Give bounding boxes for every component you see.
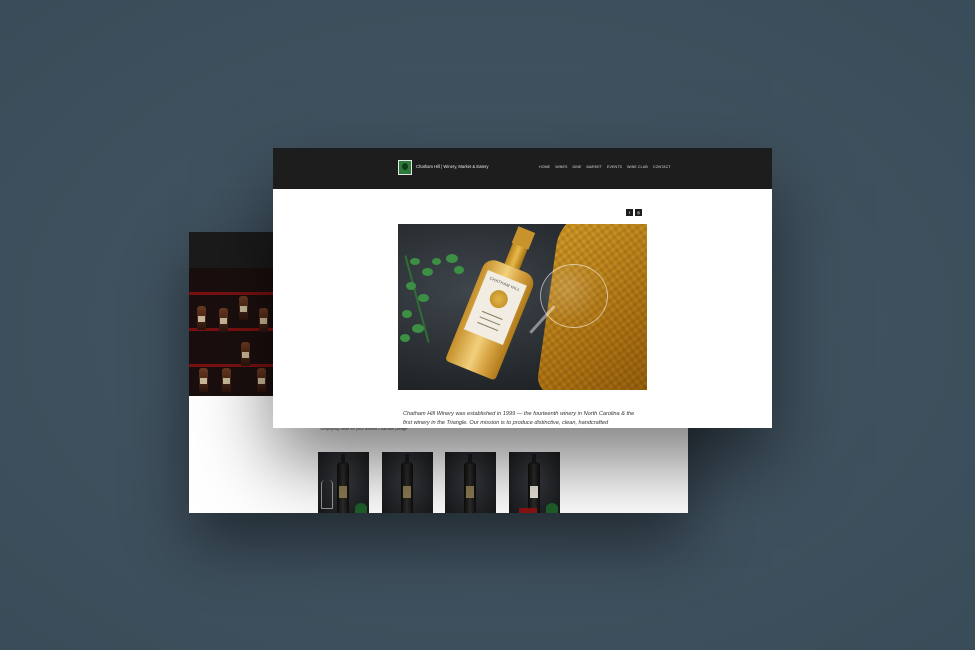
wine-bottle: CHATHAM HILL: [444, 224, 551, 381]
bottle-label: [403, 486, 411, 498]
product-card[interactable]: [318, 452, 369, 513]
eucalyptus-leaf: [410, 258, 420, 265]
greenery: [355, 503, 367, 513]
sun-emblem-icon: [487, 287, 511, 311]
rack-bottle: [241, 342, 250, 366]
product-card[interactable]: [445, 452, 496, 513]
facebook-glyph: f: [628, 210, 631, 215]
hero-wine-photo: CHATHAM HILL: [398, 224, 647, 390]
front-mockup-page: Chatham Hill | Winery, Market & Eatery H…: [273, 148, 772, 428]
nav-home[interactable]: HOME: [539, 165, 550, 169]
rack-bottle: [219, 308, 228, 332]
greenery: [546, 503, 558, 513]
eucalyptus-leaf: [400, 334, 410, 342]
tree-logo-icon[interactable]: [398, 160, 412, 175]
nav-dine[interactable]: DINE: [572, 165, 581, 169]
rack-bottle: [222, 368, 231, 392]
product-card[interactable]: [509, 452, 560, 513]
rack-bottle: [199, 368, 208, 392]
rack-bottle: [259, 308, 268, 332]
eucalyptus-leaf: [402, 310, 412, 318]
bottle-label: [530, 486, 538, 498]
instagram-glyph: ◎: [636, 210, 641, 215]
product-card[interactable]: [382, 452, 433, 513]
bottle-label: [339, 486, 347, 498]
rack-shelf: [189, 364, 273, 367]
brand-name[interactable]: Chatham Hill | Winery, Market & Eatery: [416, 164, 488, 169]
nav-wine-club[interactable]: WINE CLUB: [627, 165, 648, 169]
eucalyptus-leaf: [422, 268, 433, 276]
nav-market[interactable]: MARKET: [586, 165, 602, 169]
wine-glass-icon: [540, 264, 608, 328]
eucalyptus-leaf: [432, 258, 441, 265]
bottle-label: [466, 486, 474, 498]
wine-rack-photo: [189, 268, 273, 396]
eucalyptus-leaf: [454, 266, 464, 274]
nav-contact[interactable]: CONTACT: [653, 165, 671, 169]
instagram-icon[interactable]: ◎: [635, 209, 642, 216]
rack-bottle: [239, 296, 248, 320]
eucalyptus-leaf: [412, 324, 424, 333]
about-paragraph: Chatham Hill Winery was established in 1…: [403, 411, 635, 426]
eucalyptus-leaf: [406, 282, 416, 290]
eucalyptus-leaf: [446, 254, 458, 263]
rack-bottle: [257, 368, 266, 392]
site-header: Chatham Hill | Winery, Market & Eatery H…: [273, 148, 772, 189]
red-cloth: [519, 508, 537, 513]
facebook-icon[interactable]: f: [626, 209, 633, 216]
rack-bottle: [197, 306, 206, 330]
main-nav: HOME WINES DINE MARKET EVENTS WINE CLUB …: [539, 165, 671, 169]
nav-events[interactable]: EVENTS: [607, 165, 622, 169]
nav-wines[interactable]: WINES: [555, 165, 567, 169]
rack-shelf: [189, 292, 273, 295]
wine-glass-icon: [321, 480, 333, 509]
eucalyptus-leaf: [418, 294, 429, 302]
